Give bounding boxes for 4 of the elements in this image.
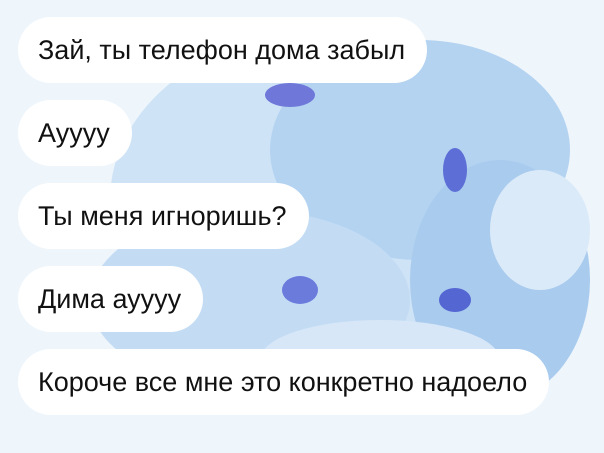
message-bubble: Короче все мне это конкретно надоело	[18, 349, 550, 415]
message-bubble: Зай, ты телефон дома забыл	[18, 17, 428, 83]
message-bubble: Дима ауууу	[18, 266, 204, 332]
message-bubble: Ты меня игноришь?	[18, 183, 309, 249]
